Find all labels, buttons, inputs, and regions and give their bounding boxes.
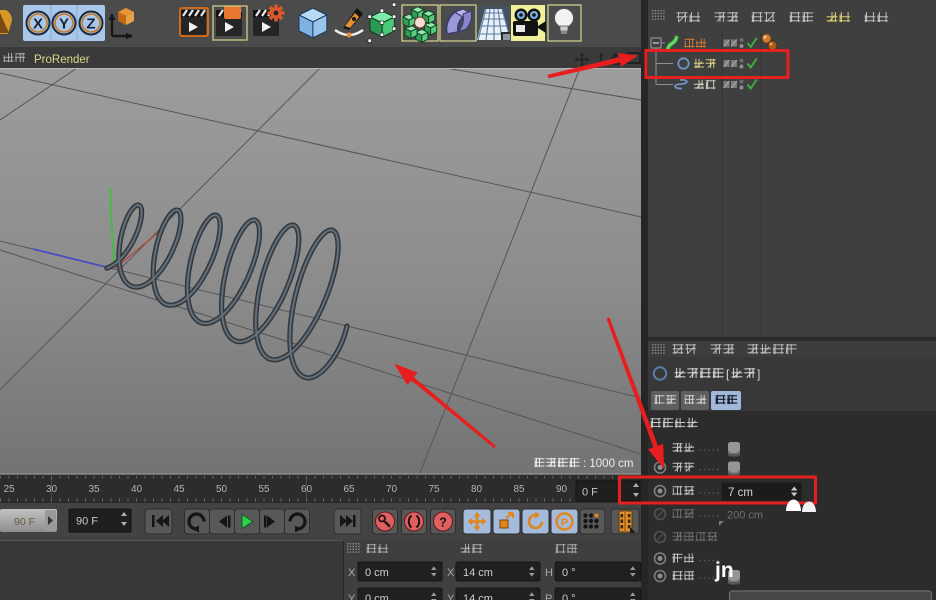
svg-text:90: 90 — [556, 484, 568, 495]
svg-text:14 cm: 14 cm — [463, 567, 493, 579]
svg-text:0 °: 0 ° — [562, 567, 576, 579]
svg-text:X: X — [447, 567, 455, 579]
svg-text:45: 45 — [173, 484, 185, 495]
svg-text:Y: Y — [447, 593, 455, 600]
svg-text:80: 80 — [471, 484, 483, 495]
svg-text:P: P — [545, 593, 552, 600]
svg-text:70: 70 — [386, 484, 398, 495]
svg-text:7 cm: 7 cm — [728, 487, 753, 499]
svg-text:Y: Y — [348, 593, 356, 600]
svg-text:0 °: 0 ° — [562, 593, 576, 600]
svg-text:X: X — [348, 567, 356, 579]
svg-text:0 cm: 0 cm — [365, 593, 389, 600]
svg-text:Y: Y — [59, 16, 69, 33]
svg-text:85: 85 — [513, 484, 525, 495]
svg-text:H: H — [545, 567, 553, 579]
svg-text:14 cm: 14 cm — [463, 593, 493, 600]
svg-text:?: ? — [439, 516, 447, 530]
svg-text:]: ] — [757, 367, 760, 381]
svg-text:50: 50 — [216, 484, 228, 495]
svg-text:25: 25 — [3, 484, 15, 495]
svg-text:X: X — [33, 16, 43, 33]
svg-text:0 cm: 0 cm — [365, 567, 389, 579]
svg-text:55: 55 — [258, 484, 270, 495]
svg-text:P: P — [561, 517, 568, 529]
svg-text:90 F: 90 F — [14, 516, 35, 528]
svg-text:jn: jn — [714, 559, 734, 582]
svg-text:0 F: 0 F — [582, 487, 598, 499]
svg-text:75: 75 — [428, 484, 440, 495]
svg-text:200 cm: 200 cm — [727, 510, 763, 522]
svg-text:Z: Z — [86, 16, 95, 33]
svg-text:35: 35 — [88, 484, 100, 495]
svg-text:40: 40 — [131, 484, 143, 495]
svg-text:65: 65 — [343, 484, 355, 495]
svg-text:ProRender: ProRender — [34, 54, 90, 66]
svg-text:: 1000 cm: : 1000 cm — [583, 458, 634, 470]
svg-text:90 F: 90 F — [76, 516, 98, 528]
